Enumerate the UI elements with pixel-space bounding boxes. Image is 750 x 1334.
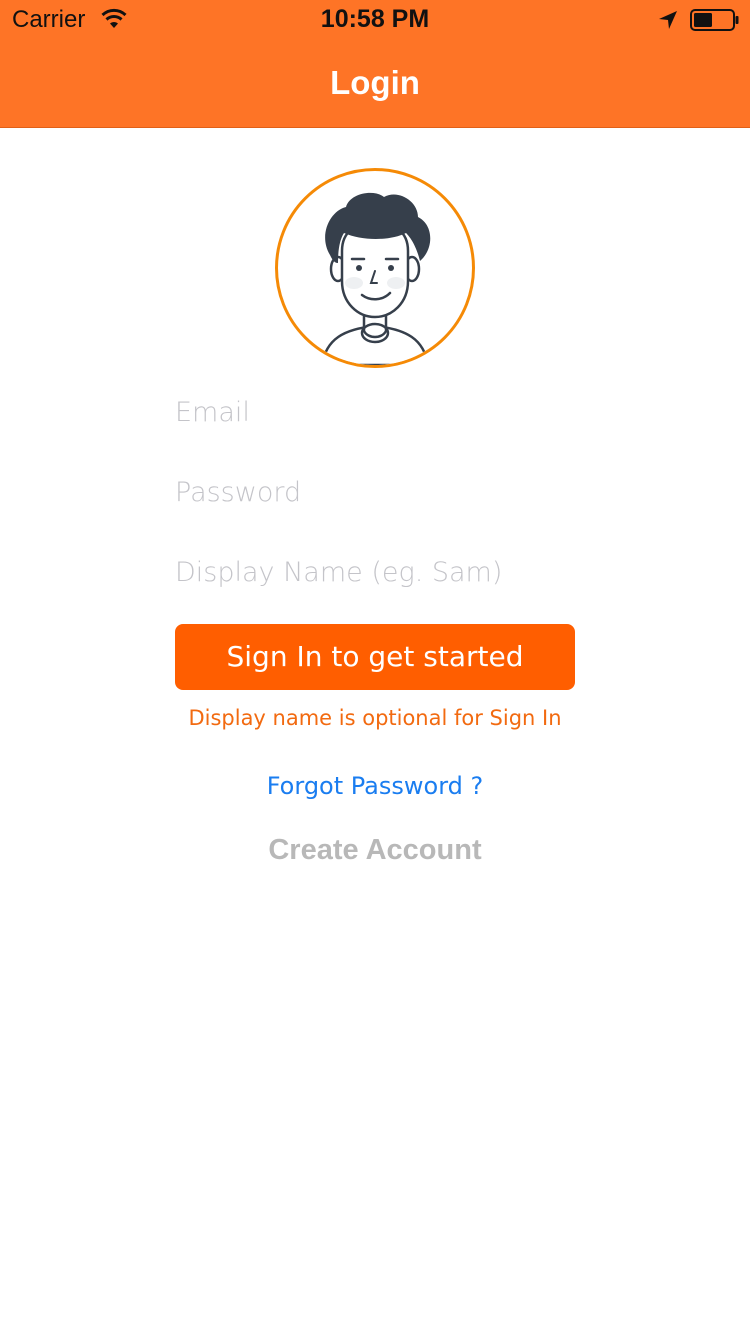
sign-in-button[interactable]: Sign In to get started	[175, 624, 575, 690]
display-name-hint: Display name is optional for Sign In	[188, 706, 562, 730]
page-title: Login	[330, 64, 420, 101]
display-name-field[interactable]	[175, 546, 575, 598]
status-time: 10:58 PM	[320, 5, 430, 33]
forgot-password-link[interactable]: Forgot Password ?	[225, 772, 525, 800]
battery-icon	[690, 9, 739, 31]
navigation-bar: Login	[0, 40, 750, 128]
status-bar: Carrier 10:58 PM	[0, 0, 750, 40]
avatar	[275, 168, 475, 368]
user-avatar-icon	[320, 192, 431, 365]
location-arrow-icon	[659, 11, 677, 29]
email-field[interactable]	[175, 386, 575, 438]
create-account-link[interactable]: Create Account	[225, 834, 525, 867]
password-field[interactable]	[175, 466, 575, 518]
